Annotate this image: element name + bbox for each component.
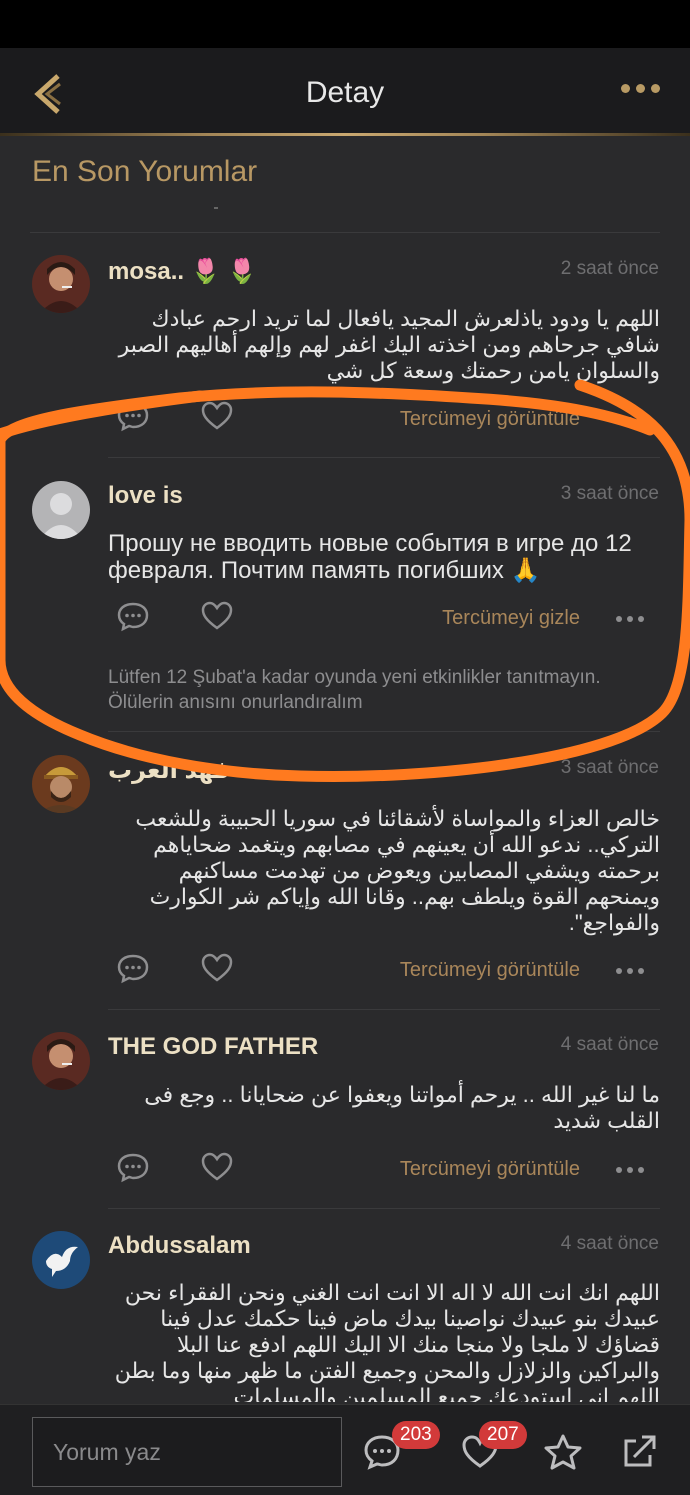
reply-button[interactable] xyxy=(116,400,150,432)
translated-text: Lütfen 12 Şubat'a kadar oyunda yeni etki… xyxy=(108,667,601,713)
more-dot xyxy=(616,1167,622,1173)
avatar[interactable] xyxy=(32,1032,90,1090)
comment-more-button[interactable] xyxy=(616,1167,644,1173)
more-dot xyxy=(627,968,633,974)
heart-icon xyxy=(201,401,233,430)
comment-username[interactable]: فهد العرب xyxy=(108,756,230,785)
avatar[interactable] xyxy=(32,255,90,313)
avatar[interactable] xyxy=(32,1231,90,1289)
comment-actions: Tercümeyi görüntüle xyxy=(0,400,690,440)
comment-timestamp: 3 saat önce xyxy=(560,483,659,504)
comment-divider xyxy=(108,1208,660,1209)
comment-divider xyxy=(108,1009,660,1010)
comment-actions: Tercümeyi gizle xyxy=(0,600,690,640)
warrior-portrait-avatar-icon xyxy=(32,755,90,813)
orange-circle-annotation xyxy=(0,379,690,782)
avatar[interactable] xyxy=(32,755,90,813)
man-portrait-avatar-icon xyxy=(32,1032,90,1090)
more-dot xyxy=(627,1167,633,1173)
like-button[interactable] xyxy=(200,952,234,984)
more-dot xyxy=(627,616,633,622)
comment-text: Прошу не вводить новые события в игре до… xyxy=(108,530,632,584)
likes-count-badge: 207 xyxy=(479,1421,527,1449)
chat-bubble-icon xyxy=(117,954,149,984)
chat-bubble-icon xyxy=(117,602,149,632)
translate-link[interactable]: Tercümeyi görüntüle xyxy=(400,1158,580,1181)
comment-text: اللهم يا ودود ياذلعرش المجيد يافعال لما … xyxy=(118,306,660,383)
like-button[interactable] xyxy=(200,400,234,432)
comments-count-badge: 203 xyxy=(392,1421,440,1449)
default-user-avatar-icon xyxy=(32,481,90,539)
comment-more-button[interactable] xyxy=(616,417,644,423)
like-button[interactable] xyxy=(200,1151,234,1183)
comment-divider xyxy=(108,731,660,732)
comment-timestamp: 4 saat önce xyxy=(560,1034,659,1055)
chat-bubble-icon xyxy=(117,1153,149,1183)
reply-button[interactable] xyxy=(116,600,150,632)
section-title: En Son Yorumlar xyxy=(32,155,258,188)
heart-icon xyxy=(201,601,233,630)
scroll-indicator xyxy=(214,207,218,209)
comment-username[interactable]: love is xyxy=(108,482,183,510)
more-dot xyxy=(627,417,633,423)
status-bar xyxy=(0,0,690,48)
chat-bubble-icon xyxy=(117,402,149,432)
share-button[interactable] xyxy=(620,1433,660,1471)
comment-input[interactable] xyxy=(32,1417,342,1487)
comment-text: ما لنا غير الله .. يرحم أمواتنا ويعفوا ع… xyxy=(144,1082,660,1133)
translate-link[interactable]: Tercümeyi görüntüle xyxy=(400,959,580,982)
hide-translation-link[interactable]: Tercümeyi gizle xyxy=(442,607,580,630)
more-dot xyxy=(621,84,630,93)
comment-username[interactable]: THE GOD FATHER xyxy=(108,1033,318,1061)
more-dot xyxy=(616,417,622,423)
comment-timestamp: 3 saat önce xyxy=(560,757,659,778)
comment-more-button[interactable] xyxy=(616,968,644,974)
favorite-button[interactable] xyxy=(543,1433,583,1471)
dove-logo-avatar-icon xyxy=(32,1231,90,1289)
heart-icon xyxy=(201,1152,233,1181)
comment-text: اللهم انك انت الله لا اله الا انت انت ال… xyxy=(114,1280,660,1402)
comment-divider xyxy=(108,457,660,458)
bottom-bar: 203 207 xyxy=(0,1404,690,1495)
header-gold-divider xyxy=(0,133,690,136)
comment-timestamp: 2 saat önce xyxy=(560,258,659,279)
more-options-button[interactable] xyxy=(621,84,660,93)
section-divider xyxy=(30,232,660,233)
reply-button[interactable] xyxy=(116,952,150,984)
more-dot xyxy=(638,616,644,622)
comment-timestamp: 4 saat önce xyxy=(560,1233,659,1254)
more-dot xyxy=(638,1167,644,1173)
comment-more-button[interactable] xyxy=(616,616,644,622)
more-dot xyxy=(651,84,660,93)
comment-actions: Tercümeyi görüntüle xyxy=(0,952,690,992)
translate-link[interactable]: Tercümeyi görüntüle xyxy=(400,408,580,431)
comment-username[interactable]: Abdussalam xyxy=(108,1232,251,1260)
more-dot xyxy=(638,417,644,423)
reply-button[interactable] xyxy=(116,1151,150,1183)
comment-actions: Tercümeyi görüntüle xyxy=(0,1151,690,1191)
more-dot xyxy=(616,616,622,622)
heart-icon xyxy=(201,953,233,982)
more-dot xyxy=(636,84,645,93)
app-header: Detay xyxy=(0,48,690,136)
like-button[interactable] xyxy=(200,600,234,632)
share-external-icon xyxy=(624,1435,656,1467)
more-dot xyxy=(616,968,622,974)
comment-username[interactable]: mosa.. 🌷 🌷 xyxy=(108,257,257,286)
more-dot xyxy=(638,968,644,974)
page-title: Detay xyxy=(305,76,385,109)
comment-text: خالص العزاء والمواساة لأشقائنا في سوريا … xyxy=(135,806,660,935)
man-portrait-avatar-icon xyxy=(32,255,90,313)
star-icon xyxy=(544,1434,582,1470)
avatar[interactable] xyxy=(32,481,90,539)
